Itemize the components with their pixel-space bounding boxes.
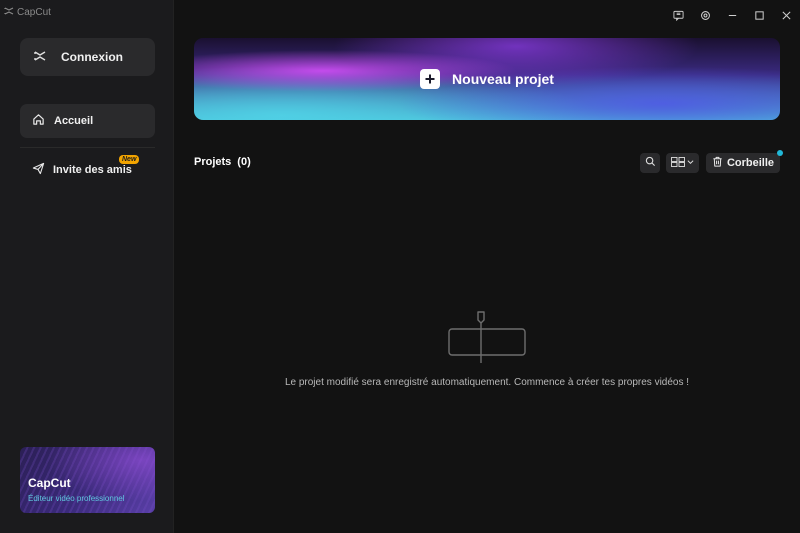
close-icon[interactable] (773, 0, 800, 30)
home-icon (32, 113, 45, 129)
trash-button[interactable]: Corbeille (706, 153, 780, 173)
notification-dot (777, 150, 783, 156)
app-title: CapCut (4, 6, 51, 19)
promo-subtitle: Éditeur vidéo professionnel (28, 494, 125, 503)
maximize-icon[interactable] (746, 0, 773, 30)
sidebar-item-label: Accueil (54, 115, 94, 127)
sidebar-item-label: Invite des amis (53, 164, 132, 176)
view-toggle-button[interactable] (666, 153, 699, 173)
projects-label: Projets (194, 156, 232, 168)
feedback-icon[interactable] (665, 0, 692, 30)
capcut-logo-icon (33, 49, 47, 66)
trash-label: Corbeille (726, 157, 775, 169)
search-icon (645, 154, 656, 172)
empty-timeline-icon (447, 309, 527, 365)
empty-state-message: Le projet modifié sera enregistré automa… (284, 377, 690, 388)
titlebar-controls (665, 0, 800, 30)
sidebar-item-home[interactable]: Accueil (20, 104, 155, 138)
login-button[interactable]: Connexion (20, 38, 155, 76)
new-badge: New (119, 155, 140, 164)
settings-icon[interactable] (692, 0, 719, 30)
chevron-down-icon (687, 154, 694, 172)
send-icon (32, 162, 45, 178)
new-project-label: Nouveau projet (452, 71, 554, 87)
search-button[interactable] (640, 153, 660, 173)
capcut-logo-icon (4, 6, 14, 19)
grid-view-icon (671, 154, 685, 172)
projects-count: (0) (237, 156, 251, 168)
new-project-button[interactable]: Nouveau projet (194, 38, 780, 120)
sidebar-divider (20, 147, 155, 148)
plus-icon (420, 69, 441, 89)
trash-icon (712, 156, 723, 170)
minimize-icon[interactable] (719, 0, 746, 30)
promo-title: CapCut (28, 476, 71, 490)
login-label: Connexion (61, 50, 123, 64)
projects-heading: Projets (0) (194, 156, 251, 168)
sidebar: CapCut Connexion Accueil Invite des amis… (0, 0, 174, 533)
promo-card[interactable]: CapCut Éditeur vidéo professionnel (20, 447, 155, 513)
